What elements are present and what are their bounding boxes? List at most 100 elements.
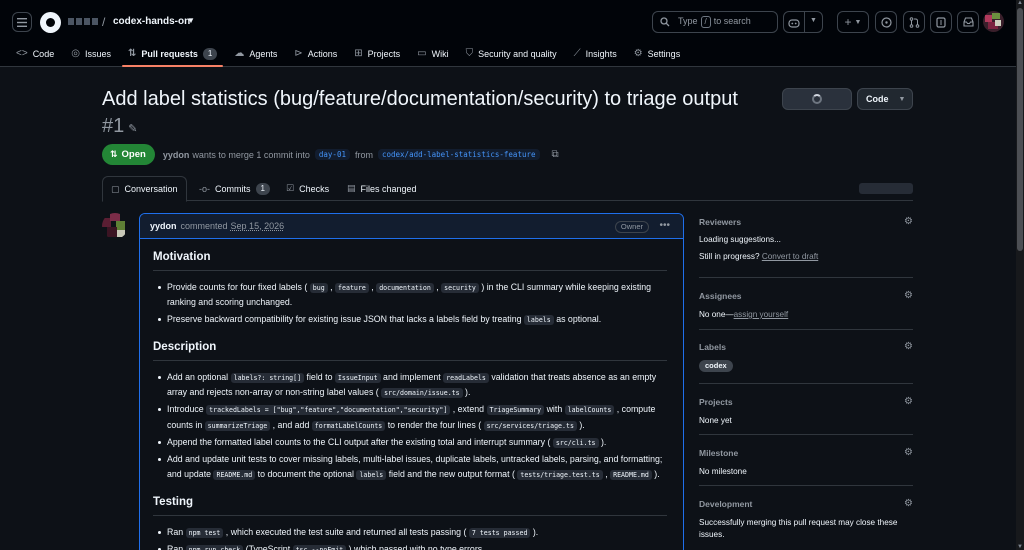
inbox-icon[interactable] xyxy=(957,11,979,33)
gear-icon[interactable]: ⚙ xyxy=(904,498,913,509)
tab-label: Wiki xyxy=(431,48,449,59)
file-diff-icon: ▤ xyxy=(347,183,356,193)
kebab-menu-icon[interactable]: ••• xyxy=(659,220,670,231)
milestone-value: No milestone xyxy=(699,467,747,476)
chevron-down-icon: ▼ xyxy=(854,18,862,26)
development-heading[interactable]: Development xyxy=(699,499,913,509)
tab-actions[interactable]: ⊳ Actions xyxy=(288,40,343,67)
projects-heading[interactable]: Projects xyxy=(699,397,913,407)
tab-files-changed[interactable]: ▤ Files changed xyxy=(339,176,425,201)
pull-requests-count: 1 xyxy=(202,47,218,60)
sidebar-milestone: Milestone ⚙ No milestone xyxy=(699,447,913,478)
status-badge-label: Open xyxy=(121,149,146,160)
search-input[interactable]: Type / to search xyxy=(652,11,778,33)
sidebar-reviewers: Reviewers ⚙ Loading suggestions... Still… xyxy=(699,216,913,263)
tab-label: Files changed xyxy=(360,183,417,194)
base-branch-link[interactable]: day-01 xyxy=(314,149,350,160)
tab-insights[interactable]: ⟋ Insights xyxy=(568,40,623,67)
copilot-chevron-down-icon[interactable]: ▼ xyxy=(810,17,817,24)
gear-icon[interactable]: ⚙ xyxy=(904,290,913,301)
sidebar-divider xyxy=(699,485,913,486)
comment-date-link[interactable]: Sep 15, 2026 xyxy=(231,221,285,231)
search-shortcut-key: / xyxy=(700,16,711,28)
code-dropdown-button[interactable]: Code ▼ xyxy=(857,88,913,110)
tab-commits[interactable]: -o- Commits 1 xyxy=(191,176,278,201)
pull-requests-icon[interactable] xyxy=(903,11,925,33)
assign-yourself-link[interactable]: assign yourself xyxy=(734,310,789,319)
search-placeholder-suffix: to search xyxy=(713,16,751,26)
comment-author-avatar[interactable] xyxy=(102,213,128,239)
chevron-down-icon: ▼ xyxy=(898,95,906,103)
tab-checks[interactable]: ☑ Checks xyxy=(278,176,337,201)
sidebar-divider xyxy=(699,329,913,330)
list-item: Introduce trackedLabels = ["bug","featur… xyxy=(153,402,667,433)
github-logo-icon[interactable] xyxy=(40,12,61,33)
code-icon: <> xyxy=(16,48,28,59)
gear-icon[interactable]: ⚙ xyxy=(904,447,913,458)
comment-author-link[interactable]: yydon xyxy=(150,221,177,231)
head-branch-link[interactable]: codex/add-label-statistics-feature xyxy=(377,149,540,160)
milestone-heading[interactable]: Milestone xyxy=(699,448,913,458)
reviewers-heading[interactable]: Reviewers xyxy=(699,217,913,227)
pr-number: #1 xyxy=(102,115,125,137)
commit-icon: -o- xyxy=(199,183,210,194)
tab-label: Conversation xyxy=(124,184,178,194)
tab-settings[interactable]: ⚙ Settings xyxy=(628,40,687,67)
gear-icon[interactable]: ⚙ xyxy=(904,341,913,352)
tab-label: Settings xyxy=(647,48,681,59)
create-new-button[interactable]: + ▼ xyxy=(837,11,869,33)
owner-badge: Owner xyxy=(614,221,649,233)
tab-security[interactable]: ⛉ Security and quality xyxy=(460,40,563,67)
tab-wiki[interactable]: ▭ Wiki xyxy=(411,40,454,67)
repo-name-link[interactable]: codex-hands-on xyxy=(113,16,190,27)
assignees-heading[interactable]: Assignees xyxy=(699,291,913,301)
sidebar-assignees: Assignees ⚙ No one—assign yourself xyxy=(699,290,913,321)
pr-description-comment: yydon commented Sep 15, 2026 Owner ••• M… xyxy=(139,213,684,550)
list-item: Add and update unit tests to cover missi… xyxy=(153,452,667,482)
list-item: Ran npm test , which executed the test s… xyxy=(153,525,667,540)
scroll-up-arrow-icon[interactable]: ▲ xyxy=(1017,0,1023,6)
comment-header: yydon commented Sep 15, 2026 Owner ••• xyxy=(140,214,683,239)
label-codex[interactable]: codex xyxy=(699,360,733,372)
tab-pull-requests[interactable]: ⇅ Pull requests 1 xyxy=(121,40,224,67)
pull-request-icon: ⇅ xyxy=(127,48,137,59)
gear-icon[interactable]: ⚙ xyxy=(904,396,913,407)
scrollbar-thumb[interactable] xyxy=(1017,8,1023,251)
tab-issues[interactable]: ◎ Issues xyxy=(65,40,117,67)
user-avatar[interactable] xyxy=(983,11,1004,32)
tab-conversation[interactable]: ▢ Conversation xyxy=(102,176,187,202)
list-item: Provide counts for four fixed labels ( b… xyxy=(153,280,667,310)
tab-label: Pull requests xyxy=(141,48,198,59)
tab-projects[interactable]: ⊞ Projects xyxy=(348,40,406,67)
copilot-button[interactable]: ▼ xyxy=(783,11,823,33)
menu-icon[interactable] xyxy=(12,12,32,32)
convert-to-draft-link[interactable]: Convert to draft xyxy=(762,252,818,261)
sidebar-divider xyxy=(699,434,913,435)
copy-icon[interactable]: ⧉ xyxy=(552,149,559,160)
tab-code[interactable]: <> Code xyxy=(10,40,60,67)
merge-text: wants to merge 1 commit into xyxy=(192,149,310,160)
pr-title-text: Add label statistics (bug/feature/docume… xyxy=(102,88,738,110)
pr-author-link[interactable]: yydon xyxy=(163,150,190,160)
shield-icon: ⛉ xyxy=(465,48,474,59)
page-scrollbar[interactable]: ▲ ▼ xyxy=(1016,0,1024,550)
repo-chevron-down-icon[interactable]: ▼ xyxy=(187,16,195,25)
motivation-heading: Motivation xyxy=(153,251,667,271)
copilot-icon xyxy=(788,19,800,28)
search-icon xyxy=(660,17,670,27)
pr-title: Add label statistics (bug/feature/docume… xyxy=(102,86,762,143)
issues-icon[interactable] xyxy=(875,11,897,33)
labels-heading[interactable]: Labels xyxy=(699,342,913,352)
graph-icon: ⟋ xyxy=(573,48,581,59)
scroll-down-arrow-icon[interactable]: ▼ xyxy=(1017,544,1023,550)
plus-icon: + xyxy=(844,15,852,29)
tab-agents[interactable]: ☁ Agents xyxy=(228,40,283,67)
discussions-icon[interactable] xyxy=(930,11,952,33)
pencil-icon[interactable]: ✎ xyxy=(128,123,137,135)
tab-label: Issues xyxy=(84,48,111,59)
no-assignee-text: No one— xyxy=(699,310,734,319)
repo-owner-blurred[interactable] xyxy=(68,18,98,25)
gear-icon[interactable]: ⚙ xyxy=(904,216,913,227)
diffstat-placeholder xyxy=(859,183,913,194)
loading-button[interactable] xyxy=(782,88,852,110)
